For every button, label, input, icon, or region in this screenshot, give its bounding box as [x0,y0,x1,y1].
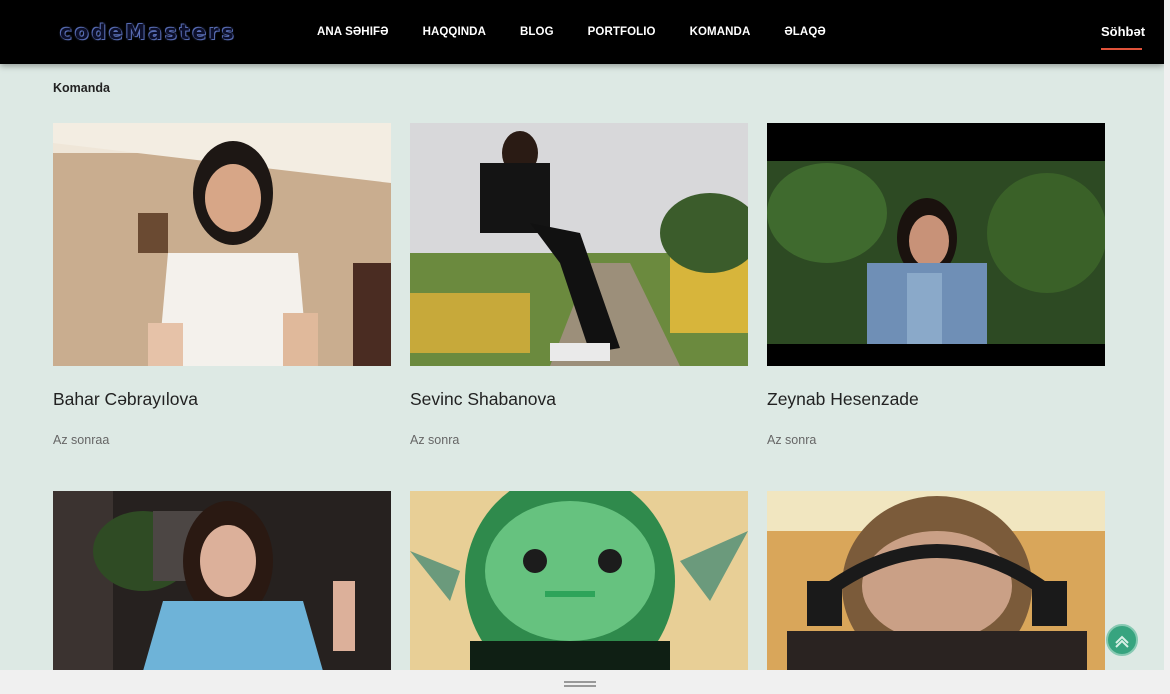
nav-contact[interactable]: ƏLAQƏ [784,26,825,38]
team-meta: Az sonraa [53,433,110,447]
nav-portfolio[interactable]: PORTFOLIO [588,26,656,38]
main-nav: ANA SƏHIFƏ HAQQINDA BLOG PORTFOLIO KOMAN… [317,0,860,64]
page-scrollbar[interactable] [1164,0,1170,694]
logo-text: codeMasters [60,20,237,44]
team-name[interactable]: Sevinc Shabanova [410,389,556,410]
team-photo-2[interactable] [410,123,748,366]
team-photo-1[interactable] [53,123,391,366]
team-name[interactable]: Bahar Cəbrayılova [53,389,198,410]
drawer-handle-icon[interactable] [564,681,596,683]
team-photo-6[interactable] [767,491,1105,671]
nav-team[interactable]: KOMANDA [690,26,751,38]
chat-active-underline [1101,48,1142,50]
team-photo-5[interactable] [410,491,748,671]
nav-about[interactable]: HAQQINDA [423,26,486,38]
team-name[interactable]: Zeynab Hesenzade [767,389,919,410]
chevron-up-icon [1115,635,1129,648]
top-navbar: codeMasters ANA SƏHIFƏ HAQQINDA BLOG POR… [0,0,1164,64]
chat-link[interactable]: Söhbət [1101,24,1145,39]
team-card-3[interactable]: Zeynab Hesenzade Az sonra [767,123,1105,463]
team-photo-3[interactable] [767,123,1105,366]
team-photo-4[interactable] [53,491,391,671]
team-card-5[interactable] [410,491,748,671]
team-card-2[interactable]: Sevinc Shabanova Az sonra [410,123,748,463]
team-card-6[interactable] [767,491,1105,671]
nav-blog[interactable]: BLOG [520,26,554,38]
team-card-4[interactable] [53,491,391,671]
scroll-to-top-button[interactable] [1106,624,1138,656]
nav-home[interactable]: ANA SƏHIFƏ [317,26,389,38]
team-card-1[interactable]: Bahar Cəbrayılova Az sonraa [53,123,391,463]
team-meta: Az sonra [410,433,460,447]
site-logo[interactable]: codeMasters [60,20,240,44]
section-title: Komanda [53,81,110,95]
team-meta: Az sonra [767,433,817,447]
